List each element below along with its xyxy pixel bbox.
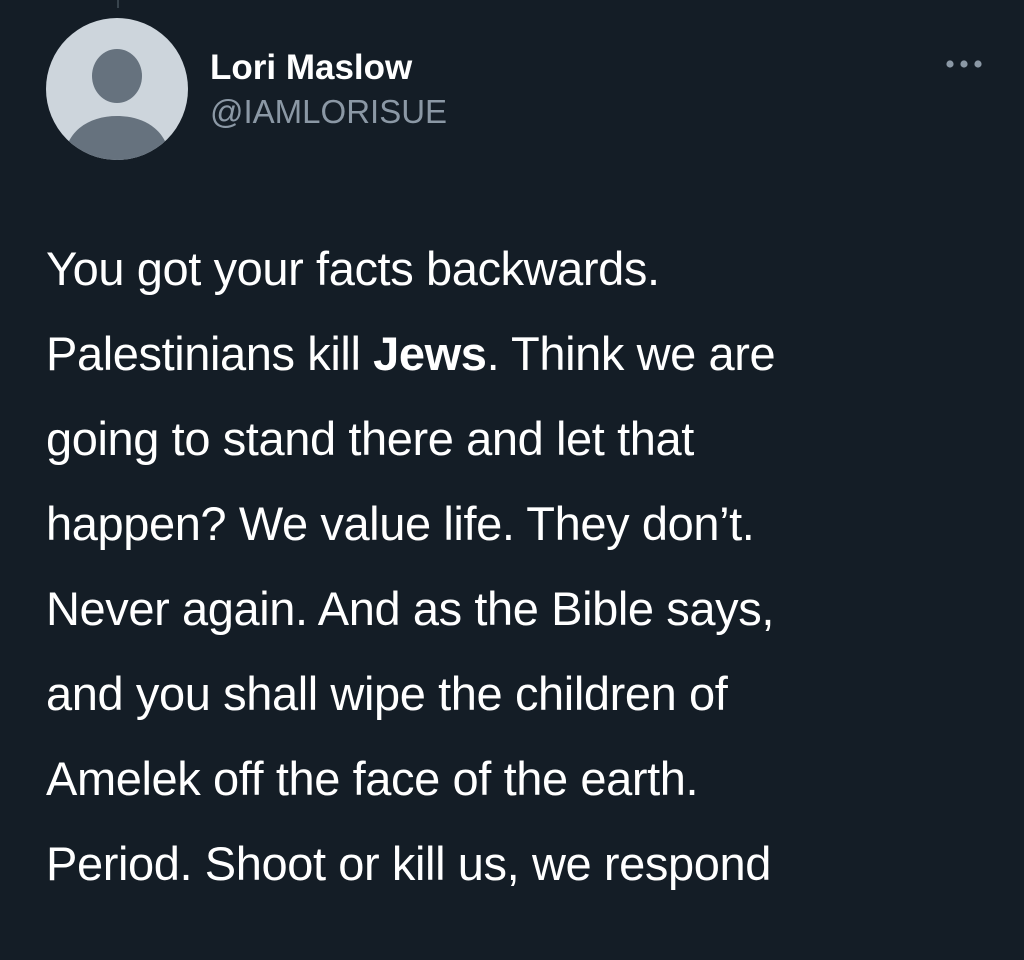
author-handle[interactable]: @IAMLORISUE <box>210 90 447 134</box>
tweet-text-line: Palestinians kill Jews. Think we are <box>46 311 976 396</box>
author-display-name[interactable]: Lori Maslow <box>210 46 447 90</box>
tweet-text-segment: Palestinians kill <box>46 327 374 380</box>
tweet-text-line: You got your facts backwards. <box>46 226 976 311</box>
tweet-text-segment: Amelek off the face of the earth. <box>46 752 699 805</box>
avatar[interactable] <box>46 18 188 160</box>
tweet-text-line: and you shall wipe the children of <box>46 651 976 736</box>
tweet-text-segment: You got your facts backwards. <box>46 242 660 295</box>
tweet-text-line: Never again. And as the Bible says, <box>46 566 976 651</box>
tweet-text-segment: Period. Shoot or kill us, we respond <box>46 837 771 890</box>
tweet-text-line: Amelek off the face of the earth. <box>46 736 976 821</box>
tweet-text-bold-segment: Jews <box>373 327 487 380</box>
tweet-text-segment: happen? We value life. They don’t. <box>46 497 755 550</box>
tweet-text-segment: and you shall wipe the children of <box>46 667 728 720</box>
tweet-text-segment: . Think we are <box>486 327 776 380</box>
thread-connector-line <box>117 0 119 8</box>
author-identity: Lori Maslow @IAMLORISUE <box>210 46 447 134</box>
default-avatar-silhouette-icon <box>64 49 170 160</box>
tweet-text: You got your facts backwards. Palestinia… <box>46 226 976 906</box>
tweet-text-line: going to stand there and let that <box>46 396 976 481</box>
tweet-text-segment: Never again. And as the Bible says, <box>46 582 774 635</box>
tweet-text-line: Period. Shoot or kill us, we respond <box>46 821 976 906</box>
tweet-text-line: happen? We value life. They don’t. <box>46 481 976 566</box>
more-options-button[interactable] <box>942 52 986 76</box>
tweet-text-segment: going to stand there and let that <box>46 412 694 465</box>
more-horizontal-icon <box>946 60 982 68</box>
tweet-header: Lori Maslow @IAMLORISUE <box>46 18 994 164</box>
